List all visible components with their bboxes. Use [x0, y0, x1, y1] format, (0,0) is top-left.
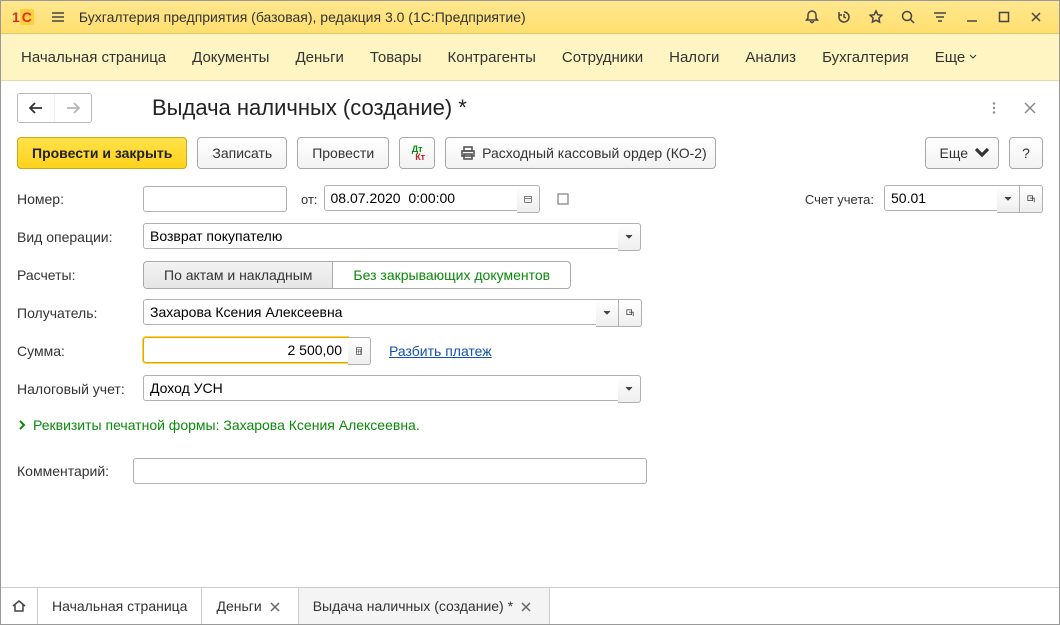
- post-and-close-button[interactable]: Провести и закрыть: [17, 137, 187, 169]
- nav-back-button[interactable]: [18, 94, 54, 122]
- calc-option-1[interactable]: По актам и накладным: [144, 262, 332, 288]
- minimize-button[interactable]: [957, 4, 987, 30]
- menu-item[interactable]: Товары: [370, 49, 422, 66]
- home-tab-icon[interactable]: [1, 588, 38, 624]
- recipient-open-button[interactable]: [619, 299, 642, 327]
- help-label: ?: [1022, 145, 1030, 161]
- star-icon[interactable]: [861, 4, 891, 30]
- nav-buttons: [17, 93, 92, 123]
- recipient-dropdown-button[interactable]: [596, 299, 619, 327]
- tab-current-doc[interactable]: Выдача наличных (создание) *: [299, 588, 550, 624]
- printform-expand-label: Реквизиты печатной формы: Захарова Ксени…: [33, 417, 420, 433]
- nav-forward-button: [54, 94, 91, 122]
- menu-item[interactable]: Деньги: [295, 49, 343, 66]
- tax-input[interactable]: [143, 375, 618, 401]
- sum-input[interactable]: [143, 337, 348, 363]
- hamburger-icon[interactable]: [43, 4, 73, 30]
- filter-icon[interactable]: [925, 4, 955, 30]
- split-payment-link[interactable]: Разбить платеж: [389, 343, 492, 359]
- tax-label: Налоговый учет:: [17, 381, 137, 397]
- post-and-close-label: Провести и закрыть: [32, 145, 172, 161]
- calc-toggle: По актам и накладным Без закрывающих док…: [143, 261, 571, 289]
- post-button[interactable]: Провести: [297, 137, 389, 169]
- tab-home[interactable]: Начальная страница: [38, 588, 202, 624]
- save-button[interactable]: Записать: [197, 137, 287, 169]
- account-label: Счет учета:: [805, 192, 874, 207]
- menu-item[interactable]: Сотрудники: [562, 49, 643, 66]
- doc-status-icon: [554, 190, 572, 208]
- history-icon[interactable]: [829, 4, 859, 30]
- optype-input[interactable]: [143, 223, 618, 249]
- date-input[interactable]: [324, 185, 517, 211]
- kebab-icon[interactable]: [981, 95, 1007, 121]
- calculator-button[interactable]: [348, 337, 371, 365]
- main-menu: Начальная страница Документы Деньги Това…: [1, 34, 1059, 81]
- number-input[interactable]: [143, 186, 287, 212]
- recipient-label: Получатель:: [17, 305, 137, 321]
- tab-close-button[interactable]: [270, 599, 284, 613]
- menu-item[interactable]: Бухгалтерия: [822, 49, 909, 66]
- tab-money[interactable]: Деньги: [202, 588, 298, 624]
- calendar-button[interactable]: [517, 185, 540, 213]
- bell-icon[interactable]: [797, 4, 827, 30]
- app-logo: 1С: [9, 8, 37, 26]
- tab-money-label: Деньги: [216, 598, 261, 614]
- comment-input[interactable]: [133, 458, 647, 484]
- menu-item[interactable]: Документы: [192, 49, 269, 66]
- comment-label: Комментарий:: [17, 463, 127, 479]
- menu-item[interactable]: Контрагенты: [448, 49, 536, 66]
- more-label: Еще: [940, 145, 969, 161]
- menu-more[interactable]: Еще: [935, 49, 978, 66]
- dtkt-button[interactable]: ДтКт: [399, 137, 435, 169]
- printer-icon: [460, 145, 476, 161]
- tax-dropdown-button[interactable]: [618, 375, 641, 403]
- menu-more-label: Еще: [935, 49, 966, 66]
- close-document-button[interactable]: [1017, 95, 1043, 121]
- optype-dropdown-button[interactable]: [618, 223, 641, 251]
- account-dropdown-button[interactable]: [997, 185, 1020, 213]
- tab-close-button[interactable]: [521, 599, 535, 613]
- tab-current-label: Выдача наличных (создание) *: [313, 598, 513, 614]
- calc-label: Расчеты:: [17, 267, 137, 283]
- dtkt-icon: ДтКт: [409, 145, 425, 161]
- help-button[interactable]: ?: [1009, 137, 1043, 169]
- account-input[interactable]: [884, 185, 997, 211]
- window-title: Бухгалтерия предприятия (базовая), редак…: [79, 9, 791, 25]
- optype-label: Вид операции:: [17, 229, 137, 245]
- menu-item[interactable]: Налоги: [669, 49, 719, 66]
- search-icon[interactable]: [893, 4, 923, 30]
- close-button[interactable]: [1021, 4, 1051, 30]
- menu-item[interactable]: Начальная страница: [21, 49, 166, 66]
- document-title: Выдача наличных (создание) *: [152, 95, 467, 121]
- tabs-bar: Начальная страница Деньги Выдача наличны…: [1, 587, 1059, 624]
- printform-expand[interactable]: Реквизиты печатной формы: Захарова Ксени…: [17, 417, 1043, 433]
- from-label: от:: [301, 192, 318, 207]
- post-label: Провести: [312, 145, 374, 161]
- recipient-input[interactable]: [143, 299, 596, 325]
- chevron-right-icon: [17, 420, 27, 430]
- sum-label: Сумма:: [17, 343, 137, 359]
- menu-item[interactable]: Анализ: [745, 49, 796, 66]
- tab-home-label: Начальная страница: [52, 598, 187, 614]
- account-open-button[interactable]: [1020, 185, 1043, 213]
- print-form-label: Расходный кассовый ордер (КО-2): [482, 145, 707, 161]
- more-button[interactable]: Еще: [925, 137, 1000, 169]
- print-form-button[interactable]: Расходный кассовый ордер (КО-2): [445, 137, 716, 169]
- number-label: Номер:: [17, 191, 137, 207]
- window-titlebar: 1С Бухгалтерия предприятия (базовая), ре…: [1, 1, 1059, 34]
- save-label: Записать: [212, 145, 272, 161]
- maximize-button[interactable]: [989, 4, 1019, 30]
- calc-option-2[interactable]: Без закрывающих документов: [332, 262, 570, 288]
